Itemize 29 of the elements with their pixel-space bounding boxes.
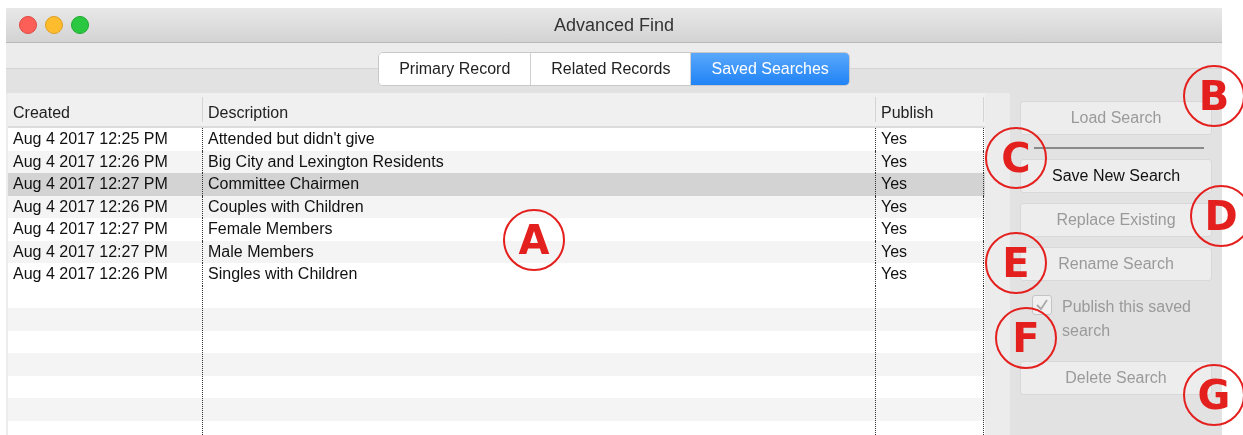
table-cell: Attended but didn't give (203, 128, 876, 151)
selected-table-row[interactable]: Aug 4 2017 12:27 PM Committee Chairmen Yes (8, 173, 985, 196)
table-cell: Yes (876, 128, 984, 151)
table-cell: Aug 4 2017 12:26 PM (8, 263, 203, 286)
minimize-button[interactable] (45, 16, 63, 34)
callout-label: F (995, 307, 1057, 369)
table-cell: Yes (876, 218, 984, 241)
table-row[interactable]: Aug 4 2017 12:26 PM Big City and Lexington Residents Yes (8, 150, 985, 173)
callout-label: G (1183, 364, 1243, 426)
table-cell: Yes (876, 263, 984, 286)
tab[interactable]: Primary Record (379, 53, 532, 85)
column-header[interactable]: Description (203, 97, 876, 122)
table-cell: Yes (876, 173, 984, 196)
callout-label: C (985, 127, 1047, 189)
column-header[interactable]: Publish (876, 97, 984, 122)
checkbox-label: Publish this saved search (1062, 297, 1192, 341)
table-cell: Aug 4 2017 12:27 PM (8, 218, 203, 241)
table-cell: Committee Chairmen (203, 173, 876, 196)
table-row[interactable]: Aug 4 2017 12:26 PM Couples with Children Yes (8, 195, 985, 218)
table-cell: Aug 4 2017 12:25 PM (8, 128, 203, 151)
column-header[interactable]: Created (8, 97, 203, 122)
zoom-button[interactable] (71, 16, 89, 34)
callout-label: E (985, 232, 1047, 294)
callout-label: B (1183, 65, 1243, 127)
callout-label: D (1190, 185, 1243, 247)
close-button[interactable] (19, 16, 37, 34)
window-title: Advanced Find (553, 14, 675, 36)
table-cell: Aug 4 2017 12:27 PM (8, 173, 203, 196)
table-cell: Singles with Children (203, 263, 876, 286)
